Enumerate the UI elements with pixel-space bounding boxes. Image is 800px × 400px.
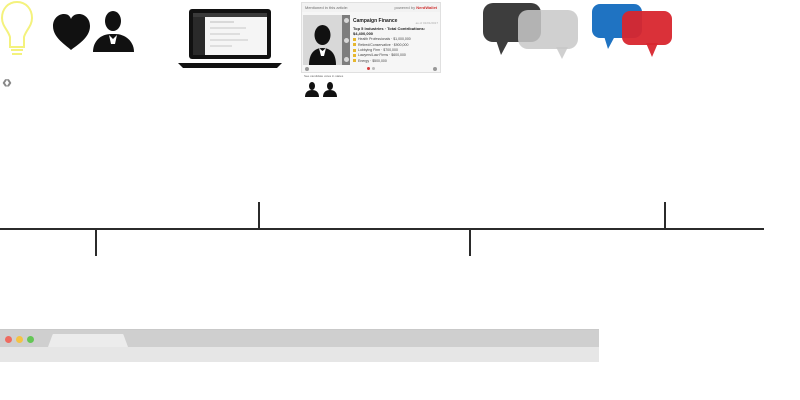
next-button[interactable]: [433, 66, 437, 71]
close-window-button[interactable]: [5, 336, 12, 343]
card-header-title: Mentioned in this article:: [305, 5, 349, 10]
person-icon: [305, 82, 319, 97]
prev-button[interactable]: [305, 66, 309, 71]
maximize-window-button[interactable]: [27, 336, 34, 343]
browser-toolbar: [0, 347, 599, 362]
side-dot: [343, 18, 349, 23]
minimize-window-button[interactable]: [16, 336, 23, 343]
row-marker: [353, 48, 356, 52]
heart-person-illustration: [53, 11, 134, 52]
row-marker: [353, 59, 356, 63]
card-footer: [302, 65, 440, 72]
card-row: Retired/Conservative · $900,000: [353, 43, 440, 47]
person-photo: [303, 15, 342, 65]
thumbnail-people: [305, 82, 337, 97]
card-caption: See candidate votes in states: [304, 74, 344, 78]
laptop-icon: [178, 9, 282, 68]
person-icon: [93, 11, 134, 52]
card-row: Lawyers/Law Firms · $600,000: [353, 53, 440, 57]
side-dot: [343, 37, 349, 43]
card-row: Lobbying Firm · $700,000: [353, 48, 440, 52]
browser-window-chrome: [0, 329, 599, 362]
card-subtitle: Top 5 Industries · Total Contributions: …: [353, 26, 426, 37]
pager-dot[interactable]: [372, 67, 375, 70]
chevron-right-icon[interactable]: ›: [6, 72, 12, 92]
heart-icon: [53, 14, 90, 50]
window-controls: [5, 336, 34, 343]
card-row: Health Professionals · $1,000,000: [353, 37, 440, 41]
side-dot: [343, 57, 349, 62]
card-meta: as of 01/01/2017: [415, 21, 438, 25]
arrow-navigation[interactable]: ‹›: [2, 72, 12, 93]
row-marker: [353, 37, 356, 41]
card-content: as of 01/01/2017 Campaign Finance Top 5 …: [353, 13, 440, 68]
card-sidebar: [342, 15, 350, 65]
row-marker: [353, 43, 356, 47]
card-row: Energy · $500,000: [353, 59, 440, 63]
row-marker: [353, 54, 356, 58]
browser-tab[interactable]: [48, 334, 128, 347]
speech-bubbles-color-icon: [592, 4, 672, 57]
pager-dot-active[interactable]: [367, 67, 370, 70]
card-powered: powered by NerdWallet: [394, 5, 437, 10]
pager[interactable]: [367, 67, 375, 70]
person-icon: [323, 82, 337, 97]
card-header: Mentioned in this article: powered by Ne…: [302, 3, 440, 12]
timeline: [0, 202, 764, 256]
lightbulb-icon: [0, 0, 34, 55]
speech-bubbles-gray-icon: [483, 3, 578, 59]
campaign-finance-card[interactable]: Mentioned in this article: powered by Ne…: [301, 2, 441, 73]
